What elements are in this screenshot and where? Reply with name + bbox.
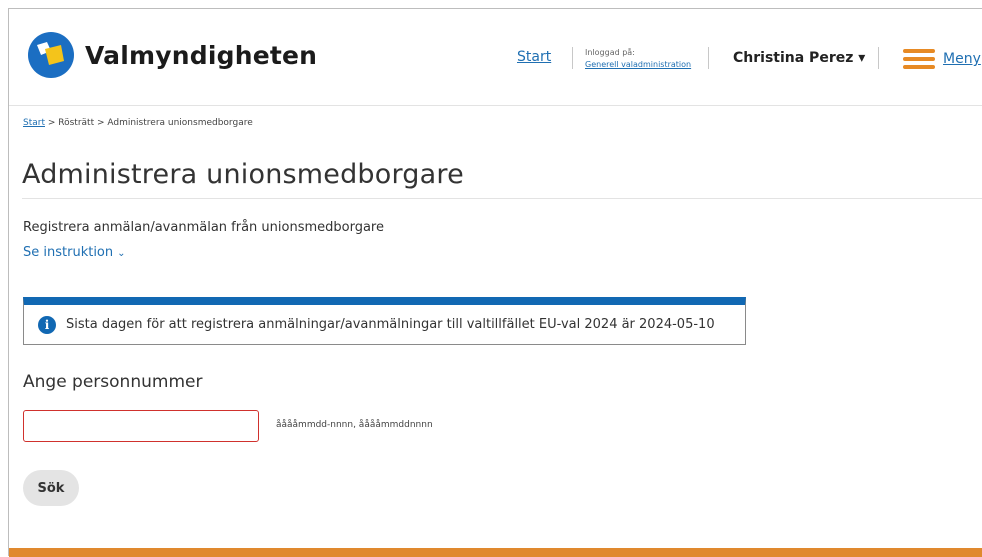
menu-label: Meny [943, 51, 981, 67]
chevron-down-icon: ⌄ [117, 248, 126, 259]
personnummer-hint: ååååmmdd-nnnn, ååååmmddnnnn [276, 420, 433, 430]
hamburger-icon [903, 49, 935, 69]
breadcrumb: Start > Rösträtt > Administrera unionsme… [23, 118, 253, 128]
instruction-toggle[interactable]: Se instruktion ⌄ [23, 245, 126, 260]
header-divider [878, 47, 879, 69]
login-info: Inloggad på: Generell valadministration [585, 48, 691, 70]
page-title: Administrera unionsmedborgare [22, 159, 464, 190]
nav-start-link[interactable]: Start [517, 49, 551, 65]
menu-button[interactable]: Meny [903, 49, 981, 69]
logo-text: Valmyndigheten [85, 40, 318, 70]
personnummer-input[interactable] [23, 410, 259, 442]
login-context-link[interactable]: Generell valadministration [585, 60, 691, 70]
logo[interactable]: Valmyndigheten [27, 31, 317, 79]
instruction-label: Se instruktion [23, 245, 114, 260]
app-window: Valmyndigheten Start Inloggad på: Genere… [8, 8, 982, 557]
login-label: Inloggad på: [585, 48, 635, 57]
divider [22, 198, 982, 199]
header-divider [572, 47, 573, 69]
search-button[interactable]: Sök [23, 470, 79, 506]
info-icon: i [38, 315, 56, 334]
notice-text: Sista dagen för att registrera anmälning… [66, 317, 715, 332]
user-menu[interactable]: Christina Perez ▾ [733, 50, 865, 66]
header-divider [708, 47, 709, 69]
page-subtitle: Registrera anmälan/avanmälan från unions… [23, 220, 384, 235]
info-notice: i Sista dagen för att registrera anmälni… [23, 297, 746, 345]
valmyndigheten-logo-icon [28, 32, 74, 78]
site-header: Valmyndigheten Start Inloggad på: Genere… [9, 9, 982, 106]
breadcrumb-start-link[interactable]: Start [23, 118, 45, 128]
breadcrumb-trail: > Rösträtt > Administrera unionsmedborga… [45, 118, 253, 128]
personnummer-label: Ange personnummer [23, 372, 203, 392]
